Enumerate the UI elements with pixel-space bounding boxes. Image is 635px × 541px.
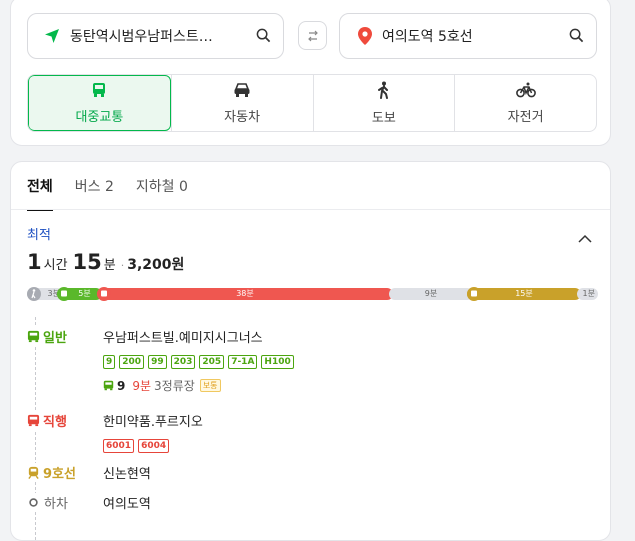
fare: 3,200원 xyxy=(127,257,185,273)
best-route-label: 최적 xyxy=(27,228,51,243)
route-steps: 일반 우남퍼스트빌.예미지시그너스 9 200 99 203 205 7-1A … xyxy=(27,327,594,523)
bicycle-icon xyxy=(515,82,536,106)
location-arrow-icon xyxy=(44,28,60,44)
arrival-info: 9 9분 3정류장 보통 xyxy=(103,377,594,394)
step-type: 일반 xyxy=(27,327,99,346)
mode-transit[interactable]: 대중교통 xyxy=(28,75,171,131)
tab-bus[interactable]: 버스 2 xyxy=(75,176,114,211)
step-type-label: 9호선 xyxy=(43,467,76,482)
bus-icon xyxy=(103,380,114,391)
bus-line-chip[interactable]: 9 xyxy=(103,355,116,369)
tab-all[interactable]: 전체 xyxy=(27,176,53,211)
car-icon xyxy=(233,82,251,106)
step-type-label: 하차 xyxy=(44,497,68,512)
mode-bicycle[interactable]: 자전거 xyxy=(454,75,596,131)
minutes-unit: 분 xyxy=(103,258,116,273)
bus-line-chips: 9 200 99 203 205 7-1A H100 xyxy=(103,355,594,369)
search-icon[interactable] xyxy=(256,28,271,47)
step-type: 9호선 xyxy=(27,463,99,482)
destination-text: 여의도역 5호선 xyxy=(382,29,473,45)
subway-icon xyxy=(27,466,40,479)
tab-subway[interactable]: 지하철 0 xyxy=(136,176,188,211)
separator-dot: · xyxy=(120,259,125,272)
bus-icon xyxy=(97,287,111,301)
mode-label: 자전거 xyxy=(507,109,544,125)
bus-icon xyxy=(27,330,40,343)
arrival-line: 9 xyxy=(117,378,126,393)
segment-walk: 9분 xyxy=(389,288,473,300)
location-pin-icon xyxy=(358,27,372,45)
mode-walk[interactable]: 도보 xyxy=(312,75,455,131)
congestion-badge: 보통 xyxy=(199,379,221,392)
step-type-label: 직행 xyxy=(43,415,67,430)
step-type: 직행 xyxy=(27,411,99,430)
route-summary: 1 시간 15 분 · 3,200원 xyxy=(27,250,184,274)
station-name: 여의도역 xyxy=(103,497,151,512)
segment-walk: 1분 xyxy=(577,288,598,300)
station-name: 신논현역 xyxy=(103,467,151,482)
route-step[interactable]: 하차 여의도역 xyxy=(27,493,594,523)
chevron-up-icon[interactable] xyxy=(578,228,592,247)
route-step[interactable]: 9호선 신논현역 xyxy=(27,463,594,493)
hours-unit: 시간 xyxy=(43,258,68,273)
mode-car[interactable]: 자동차 xyxy=(170,75,313,131)
bus-icon xyxy=(91,82,107,106)
dropoff-circle-icon xyxy=(29,498,38,507)
mode-label: 대중교통 xyxy=(75,109,124,125)
walk-icon xyxy=(27,287,41,301)
bus-line-chip[interactable]: 7-1A xyxy=(228,355,258,369)
bus-line-chip[interactable]: H100 xyxy=(261,355,294,369)
swap-button[interactable] xyxy=(298,21,327,50)
search-icon[interactable] xyxy=(569,28,584,47)
route-filter-tabs: 전체 버스 2 지하철 0 xyxy=(27,176,188,211)
bus-line-chip[interactable]: 200 xyxy=(119,355,145,369)
step-type-label: 일반 xyxy=(43,331,67,346)
subway-icon xyxy=(467,287,481,301)
step-type: 하차 xyxy=(27,493,99,512)
walk-icon xyxy=(377,81,390,107)
stop-name: 한미약품.푸르지오 xyxy=(103,415,203,430)
swap-arrows-icon xyxy=(306,29,320,43)
bus-line-chip[interactable]: 99 xyxy=(148,355,167,369)
route-result-card: 전체 버스 2 지하철 0 최적 1 시간 15 분 · 3,200원 3분 5… xyxy=(10,161,611,541)
arrival-wait: 9분 xyxy=(132,379,152,393)
bus-line-chip[interactable]: 203 xyxy=(170,355,196,369)
duration-minutes: 15 xyxy=(72,250,102,274)
bus-line-chip[interactable]: 6001 xyxy=(103,439,135,453)
bus-icon xyxy=(27,414,40,427)
divider xyxy=(11,209,610,210)
segment-subway: 15분 xyxy=(467,288,581,300)
segment-bus-express: 38분 xyxy=(97,288,393,300)
duration-hours: 1 xyxy=(27,250,42,274)
transport-mode-tabs: 대중교통 자동차 도보 자전거 xyxy=(27,74,597,132)
stop-name: 우남퍼스트빌.예미지시그너스 xyxy=(103,331,263,346)
mode-label: 도보 xyxy=(371,110,396,126)
bus-icon xyxy=(57,287,71,301)
bus-line-chip[interactable]: 205 xyxy=(199,355,225,369)
arrival-stops: 3정류장 xyxy=(154,379,195,393)
destination-input[interactable]: 여의도역 5호선 xyxy=(339,13,597,59)
route-step[interactable]: 일반 우남퍼스트빌.예미지시그너스 9 200 99 203 205 7-1A … xyxy=(27,327,594,411)
origin-input[interactable]: 동탄역시범우남퍼스트… xyxy=(27,13,284,59)
bus-line-chip[interactable]: 6004 xyxy=(138,439,170,453)
route-timeline-bar: 3분 5분 38분 9분 15분 1분 xyxy=(27,287,598,301)
bus-line-chips: 6001 6004 xyxy=(103,439,594,453)
mode-label: 자동차 xyxy=(224,109,261,125)
origin-text: 동탄역시범우남퍼스트… xyxy=(70,29,213,45)
route-search-card: 동탄역시범우남퍼스트… 여의도역 5호선 대중교통 자동차 도보 자전거 xyxy=(10,0,611,146)
route-step[interactable]: 직행 한미약품.푸르지오 6001 6004 xyxy=(27,411,594,463)
